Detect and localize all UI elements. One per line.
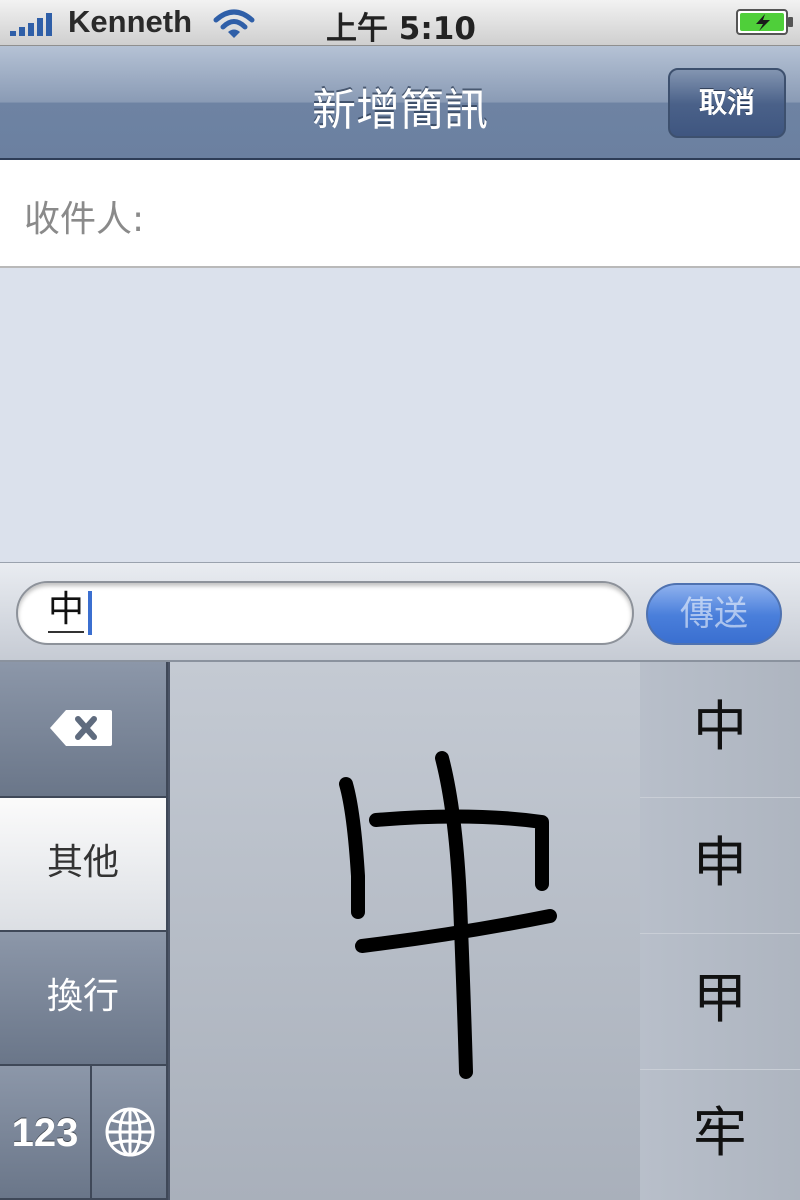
navigation-bar: 新增簡訊 取消	[0, 46, 800, 160]
candidate-item[interactable]: 中	[640, 662, 800, 798]
globe-key[interactable]	[92, 1066, 168, 1200]
candidate-list: 中 申 甲 牢	[640, 662, 800, 1200]
status-time: 上午 5:10	[326, 11, 476, 47]
globe-icon	[105, 1107, 155, 1157]
recipient-label: 收件人:	[24, 199, 145, 240]
recipient-field[interactable]: 收件人:	[0, 160, 800, 268]
other-key[interactable]: 其他	[0, 798, 168, 932]
handwriting-stroke	[339, 751, 557, 1079]
delete-backspace-icon	[50, 710, 112, 746]
battery-charging-icon	[736, 9, 793, 35]
candidate-item[interactable]: 申	[640, 798, 800, 934]
message-text: 中	[48, 589, 85, 633]
return-key[interactable]: 換行	[0, 932, 168, 1066]
signal-bars-icon	[10, 13, 52, 36]
handwriting-pad[interactable]	[168, 662, 640, 1200]
compose-bar: 中 傳送	[0, 562, 800, 662]
text-caret	[88, 591, 92, 635]
conversation-area	[0, 268, 800, 562]
wifi-icon	[213, 9, 255, 38]
status-bar: Kenneth 上午 5:10	[0, 0, 800, 47]
cancel-button[interactable]: 取消	[668, 68, 786, 138]
candidate-item[interactable]: 甲	[640, 934, 800, 1070]
numbers-key[interactable]: 123	[0, 1066, 92, 1200]
send-button[interactable]: 傳送	[646, 583, 782, 645]
handwriting-keyboard: 其他 換行 123 中 申 甲 牢	[0, 662, 800, 1200]
message-input[interactable]: 中	[16, 581, 634, 645]
candidate-item[interactable]: 牢	[640, 1068, 800, 1200]
keyboard-function-keys: 其他 換行 123	[0, 662, 168, 1200]
delete-key[interactable]	[0, 662, 168, 798]
carrier-name: Kenneth	[68, 4, 192, 39]
